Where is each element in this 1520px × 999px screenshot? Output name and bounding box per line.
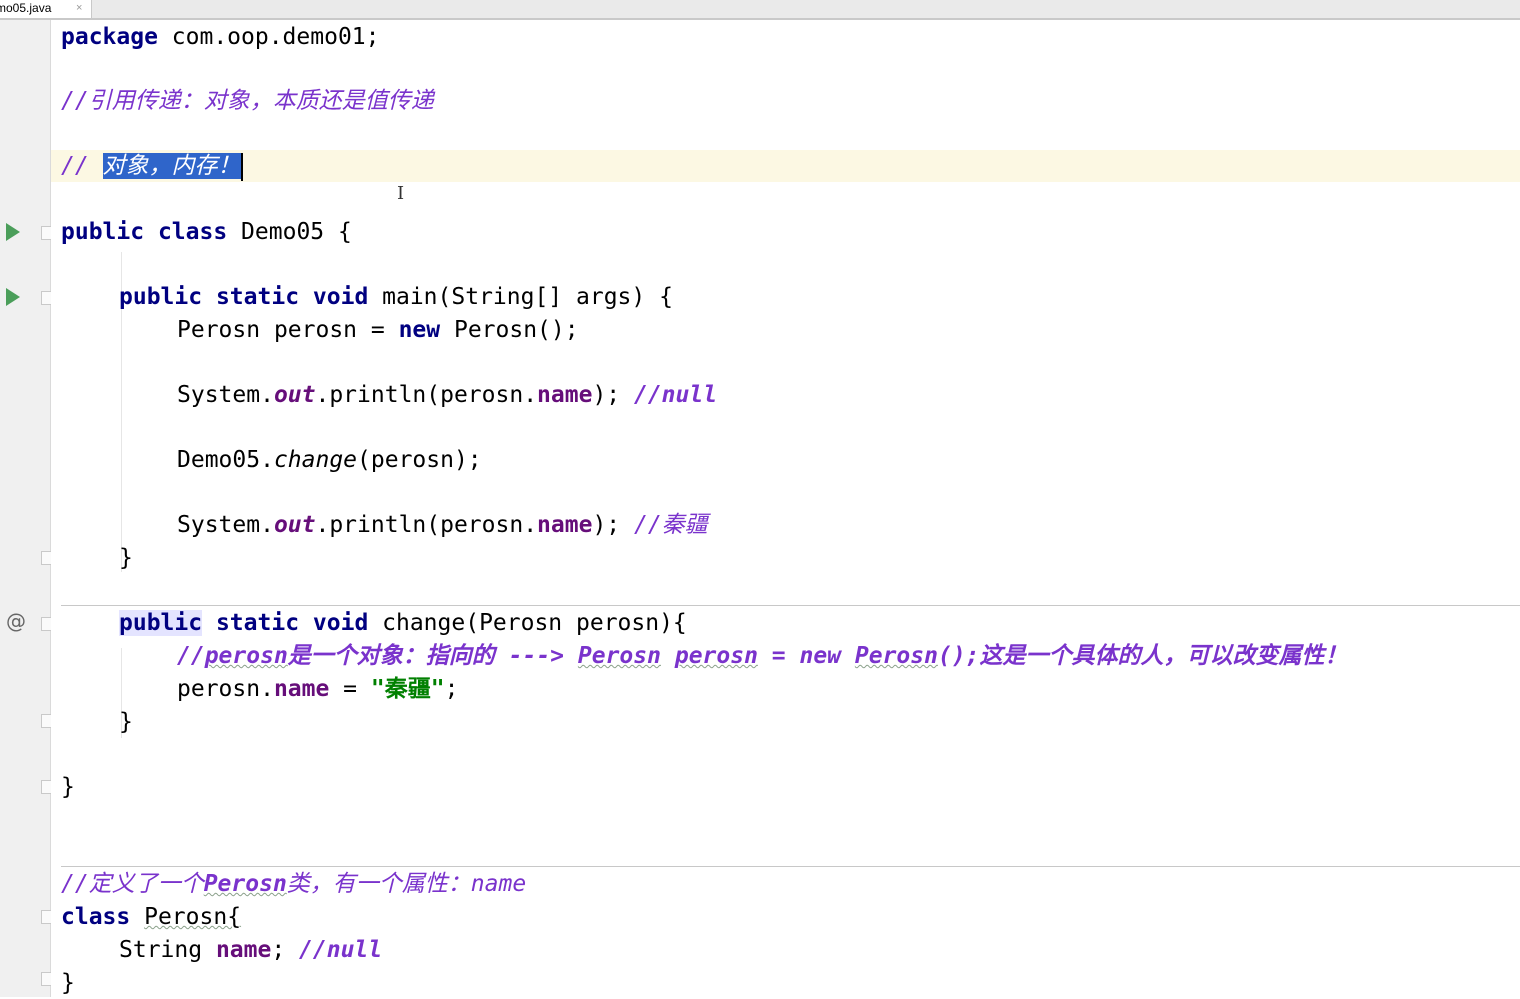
code-line-17: } xyxy=(119,545,133,571)
code-line-16: System.out.println(perosn.name); //秦疆 xyxy=(177,512,708,538)
run-main-icon[interactable] xyxy=(6,288,20,306)
text-caret xyxy=(240,152,243,181)
mouse-ibeam-cursor: I xyxy=(397,183,405,204)
code-line-9: public static void main(String[] args) { xyxy=(119,284,673,310)
code-line-7: public class Demo05 { xyxy=(61,219,352,245)
code-line-24: } xyxy=(61,774,75,800)
code-line-3: //引用传递：对象，本质还是值传递 xyxy=(61,88,434,114)
code-line-12: System.out.println(perosn.name); //null xyxy=(177,382,718,408)
code-line-14: Demo05.change(perosn); xyxy=(177,447,482,473)
editor-gutter xyxy=(0,20,51,997)
override-marker-icon[interactable]: @ xyxy=(6,609,26,633)
code-line-19: public static void change(Perosn perosn)… xyxy=(119,610,687,636)
class-separator xyxy=(61,866,1520,867)
code-line-21: perosn.name = "秦疆"; xyxy=(177,676,459,702)
file-tab[interactable]: mo05.java × xyxy=(0,0,92,18)
selected-text[interactable]: 对象，内存！ xyxy=(102,153,241,179)
code-line-30: } xyxy=(61,970,75,996)
code-line-5-current: // 对象，内存！ xyxy=(51,150,1520,182)
code-editor[interactable]: package com.oop.demo01; //引用传递：对象，本质还是值传… xyxy=(51,20,1520,997)
run-class-icon[interactable] xyxy=(6,223,20,241)
code-line-10: Perosn perosn = new Perosn(); xyxy=(177,317,579,343)
method-separator xyxy=(61,605,1520,606)
code-line-1: package com.oop.demo01; xyxy=(61,24,380,50)
code-line-20: //perosn是一个对象：指向的 ---> Perosn perosn = n… xyxy=(177,643,1348,669)
code-line-28: class Perosn{ xyxy=(61,904,242,930)
code-line-27: //定义了一个Perosn类，有一个属性：name xyxy=(61,871,527,897)
file-tab-label: mo05.java xyxy=(0,1,52,15)
editor-tab-bar: mo05.java × xyxy=(0,0,1520,20)
close-tab-icon[interactable]: × xyxy=(76,0,82,16)
code-line-22: } xyxy=(119,709,133,735)
code-line-29: String name; //null xyxy=(119,937,383,963)
